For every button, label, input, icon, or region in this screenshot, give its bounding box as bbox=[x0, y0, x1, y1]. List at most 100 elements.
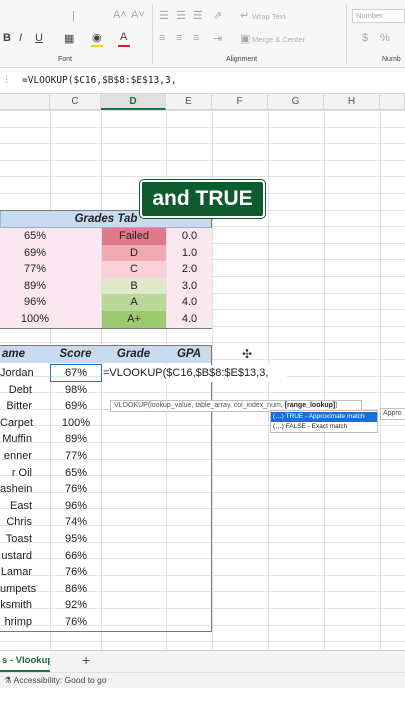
grid-column-line bbox=[324, 110, 325, 650]
column-header-e[interactable]: E bbox=[166, 94, 212, 110]
grades-gpa-cell[interactable]: 4.0 bbox=[167, 294, 212, 311]
column-header-c[interactable]: C bbox=[50, 94, 101, 110]
student-score-cell[interactable]: 95% bbox=[51, 531, 101, 548]
formula-bar[interactable]: ⋮ =VLOOKUP($C16,$B$8:$E$13,3, bbox=[0, 68, 405, 94]
add-sheet-icon[interactable]: + bbox=[82, 652, 90, 668]
accessibility-icon[interactable]: ⚗ bbox=[4, 675, 12, 685]
grades-score-cell[interactable]: 69% bbox=[0, 245, 50, 262]
tooltip-current-arg[interactable]: [range_lookup] bbox=[285, 402, 336, 409]
grades-grade-cell[interactable]: D bbox=[102, 244, 166, 262]
column-header-h[interactable]: H bbox=[324, 94, 380, 110]
align-bottom-icon[interactable]: ☰ bbox=[193, 9, 203, 22]
range-lookup-dropdown[interactable]: (…) TRUE - Approximate match (…) FALSE -… bbox=[270, 410, 378, 433]
indent-icon[interactable]: ⇥ bbox=[213, 32, 222, 45]
grades-gpa-cell[interactable]: 2.0 bbox=[167, 261, 212, 278]
column-header-d[interactable]: D bbox=[101, 94, 166, 110]
grid-row-line bbox=[0, 176, 405, 178]
student-score-cell[interactable]: 76% bbox=[51, 564, 101, 581]
student-score-cell[interactable]: 92% bbox=[51, 597, 101, 614]
student-name-cell[interactable]: ksmith bbox=[0, 597, 50, 614]
student-score-cell[interactable]: 69% bbox=[51, 398, 101, 415]
student-score-cell[interactable]: 98% bbox=[51, 382, 101, 399]
student-name-cell[interactable]: Bitter bbox=[0, 398, 50, 415]
student-name-cell[interactable]: Debt bbox=[0, 382, 50, 399]
student-name-cell[interactable]: r Oil bbox=[0, 465, 50, 482]
percent-icon[interactable]: % bbox=[380, 32, 390, 44]
grades-grade-cell[interactable]: A+ bbox=[102, 311, 166, 328]
grades-score-cell[interactable]: 100% bbox=[0, 311, 50, 328]
student-name-cell[interactable]: ashein bbox=[0, 481, 50, 498]
student-name-cell[interactable]: enner bbox=[0, 448, 50, 465]
grades-grade-cell[interactable]: B bbox=[102, 277, 166, 295]
grades-score-cell[interactable]: 65% bbox=[0, 228, 50, 245]
student-score-cell[interactable]: 96% bbox=[51, 498, 101, 515]
italic-icon[interactable]: I bbox=[19, 32, 22, 44]
align-middle-icon[interactable]: ☰ bbox=[176, 9, 186, 22]
student-name-cell[interactable]: East bbox=[0, 498, 50, 515]
formula-bar-edge-icon: ⋮ bbox=[2, 74, 11, 84]
merge-center-button[interactable]: Merge & Center bbox=[252, 33, 305, 46]
student-name-cell[interactable]: Chris bbox=[0, 514, 50, 531]
number-format-select[interactable]: Number bbox=[352, 9, 405, 23]
grades-score-cell[interactable]: 77% bbox=[0, 261, 50, 278]
fill-color-icon[interactable]: ◉ bbox=[92, 31, 102, 44]
student-score-cell[interactable]: 89% bbox=[51, 431, 101, 448]
grades-gpa-cell[interactable]: 1.0 bbox=[167, 244, 212, 262]
column-header-i[interactable] bbox=[380, 94, 405, 110]
grades-grade-cell[interactable]: C bbox=[102, 261, 166, 278]
borders-icon[interactable]: ▦ bbox=[64, 32, 74, 45]
student-name-cell[interactable]: ustard bbox=[0, 548, 50, 565]
option-description: Appro bbox=[380, 408, 405, 420]
student-score-cell[interactable]: 65% bbox=[51, 465, 101, 482]
wrap-text-icon[interactable]: ↵ bbox=[240, 9, 249, 22]
student-name-cell[interactable]: hrimp bbox=[0, 614, 50, 631]
student-score-cell[interactable]: 66% bbox=[51, 548, 101, 565]
student-score-cell[interactable]: 86% bbox=[51, 581, 101, 598]
student-score-cell[interactable]: 76% bbox=[51, 614, 101, 631]
grid-row-line bbox=[0, 126, 405, 128]
grades-score-cell[interactable]: 89% bbox=[0, 278, 50, 295]
font-size-box[interactable]: | bbox=[72, 10, 75, 22]
grades-grade-cell[interactable]: Failed bbox=[102, 228, 166, 245]
wrap-text-button[interactable]: Wrap Text bbox=[252, 10, 286, 23]
align-right-icon[interactable]: ≡ bbox=[193, 32, 199, 44]
student-score-cell[interactable]: 100% bbox=[51, 415, 101, 432]
column-header-f[interactable]: F bbox=[212, 94, 268, 110]
student-name-cell[interactable]: Lamar bbox=[0, 564, 50, 581]
grades-gpa-cell[interactable]: 4.0 bbox=[167, 311, 212, 328]
student-name-cell[interactable]: Jordan bbox=[0, 365, 50, 382]
column-header-g[interactable]: G bbox=[268, 94, 324, 110]
student-score-cell[interactable]: 74% bbox=[51, 514, 101, 531]
align-center-icon[interactable]: ≡ bbox=[176, 32, 182, 44]
grid-row-line bbox=[0, 159, 405, 161]
student-name-cell[interactable]: Carpet bbox=[0, 415, 50, 432]
grades-gpa-cell[interactable]: 3.0 bbox=[167, 277, 212, 295]
student-score-cell[interactable]: 77% bbox=[51, 448, 101, 465]
active-cell-formula[interactable]: =VLOOKUP($C16,$B$8:$E$13,3, bbox=[102, 365, 287, 382]
student-name-cell[interactable]: Muffin bbox=[0, 431, 50, 448]
grades-grade-cell[interactable]: A bbox=[102, 294, 166, 311]
align-left-icon[interactable]: ≡ bbox=[159, 32, 165, 44]
merge-icon[interactable]: ▣ bbox=[240, 32, 250, 45]
status-bar: ⚗ Accessibility: Good to go bbox=[0, 672, 405, 688]
formula-bar-text[interactable]: =VLOOKUP($C16,$B$8:$E$13,3, bbox=[22, 75, 176, 86]
align-top-icon[interactable]: ☰ bbox=[159, 9, 169, 22]
status-text[interactable]: Accessibility: Good to go bbox=[14, 675, 107, 685]
increase-font-icon[interactable]: A˄ bbox=[113, 9, 127, 21]
grades-gpa-cell[interactable]: 0.0 bbox=[167, 228, 212, 245]
currency-icon[interactable]: $ bbox=[362, 32, 368, 44]
student-score-cell[interactable]: 76% bbox=[51, 481, 101, 498]
sheet-tab-vlookup[interactable]: s - Vlookup bbox=[0, 651, 50, 672]
orientation-icon[interactable]: ⇗ bbox=[213, 9, 222, 22]
dropdown-option-false[interactable]: (…) FALSE - Exact match bbox=[271, 422, 377, 432]
decrease-font-icon[interactable]: A˅ bbox=[131, 9, 145, 21]
underline-icon[interactable]: U bbox=[35, 32, 43, 44]
font-color-icon[interactable]: A bbox=[120, 31, 127, 43]
move-cursor-icon: ✣ bbox=[242, 347, 253, 361]
dropdown-option-true[interactable]: (…) TRUE - Approximate match bbox=[271, 412, 377, 422]
grades-score-cell[interactable]: 96% bbox=[0, 294, 50, 311]
bold-icon[interactable]: B bbox=[3, 32, 11, 44]
grid-row-line bbox=[0, 110, 405, 111]
student-name-cell[interactable]: umpets bbox=[0, 581, 50, 598]
student-name-cell[interactable]: Toast bbox=[0, 531, 50, 548]
